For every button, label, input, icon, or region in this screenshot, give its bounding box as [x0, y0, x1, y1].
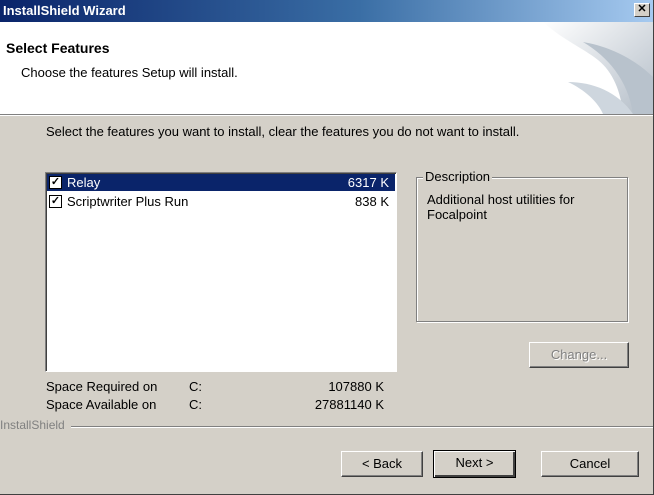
space-required-drive: C:	[189, 379, 202, 394]
close-icon[interactable]: ✕	[634, 3, 650, 17]
change-button[interactable]: Change...	[529, 342, 629, 368]
feature-row-relay[interactable]: ✓ Relay 6317 K	[47, 174, 395, 191]
feature-row-scriptwriter[interactable]: ✓ Scriptwriter Plus Run 838 K	[47, 193, 395, 210]
space-required-label: Space Required on	[46, 379, 158, 394]
cancel-button[interactable]: Cancel	[541, 451, 639, 477]
description-text: Additional host utilities for Focalpoint	[427, 192, 575, 222]
feature-size: 6317 K	[347, 175, 389, 190]
feature-tree[interactable]: ✓ Relay 6317 K ✓ Scriptwriter Plus Run 8…	[45, 172, 397, 372]
page-subtitle: Choose the features Setup will install.	[21, 65, 238, 80]
installshield-graphic-icon	[543, 22, 653, 114]
feature-name: Scriptwriter Plus Run	[67, 194, 189, 209]
instruction-text: Select the features you want to install,…	[46, 124, 520, 139]
check-icon[interactable]: ✓	[49, 195, 62, 208]
space-available-drive: C:	[189, 397, 202, 412]
title-bar[interactable]: InstallShield Wizard ✕	[0, 0, 653, 22]
back-button[interactable]: < Back	[341, 451, 423, 477]
window-title: InstallShield Wizard	[3, 3, 126, 18]
footer-divider	[0, 426, 653, 428]
space-required-value: 107880 K	[328, 379, 384, 394]
space-available-label: Space Available on	[46, 397, 157, 412]
feature-name: Relay	[67, 175, 101, 190]
installshield-brand: InstallShield	[0, 418, 71, 432]
page-title: Select Features	[6, 40, 110, 56]
header-divider	[0, 114, 653, 116]
installer-window: InstallShield Wizard ✕ Select Features C…	[0, 0, 654, 495]
wizard-header: Select Features Choose the features Setu…	[0, 22, 653, 114]
space-available-value: 27881140 K	[314, 397, 384, 412]
check-icon[interactable]: ✓	[49, 176, 62, 189]
description-legend: Description	[423, 169, 493, 184]
feature-size: 838 K	[355, 194, 389, 209]
next-button[interactable]: Next >	[433, 450, 516, 478]
